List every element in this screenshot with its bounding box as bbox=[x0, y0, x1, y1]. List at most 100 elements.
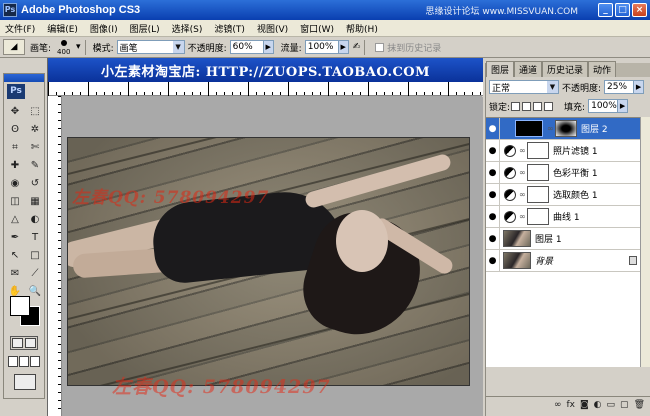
chain-icon[interactable]: ∞ bbox=[519, 190, 526, 199]
lasso-tool-icon[interactable]: ʘ bbox=[6, 121, 24, 137]
eye-icon[interactable]: ● bbox=[486, 161, 500, 184]
clone-stamp-tool-icon[interactable]: ◉ bbox=[6, 175, 24, 191]
fill-slider-toggle[interactable]: ▶ bbox=[618, 99, 629, 113]
fill-input[interactable]: 100% bbox=[588, 99, 619, 113]
menu-select[interactable]: 选择(S) bbox=[172, 22, 203, 35]
new-adjustment-layer-icon[interactable]: ◐ bbox=[594, 400, 602, 410]
menu-layer[interactable]: 图层(L) bbox=[130, 22, 160, 35]
layer-opacity-slider-toggle[interactable]: ▶ bbox=[634, 80, 645, 94]
canvas-image[interactable] bbox=[67, 137, 470, 386]
brush-picker[interactable]: 400 bbox=[54, 38, 76, 57]
notes-tool-icon[interactable]: ✉ bbox=[6, 265, 24, 281]
eye-icon[interactable]: ● bbox=[486, 117, 500, 140]
layer-row[interactable]: ● ∞ 曲线 1 bbox=[486, 205, 650, 228]
photoshop-logo-icon: Ps bbox=[3, 3, 17, 17]
tool-preset-picker[interactable]: ◢ bbox=[3, 39, 25, 55]
opacity-input[interactable]: 60% bbox=[229, 40, 264, 54]
chevron-down-icon[interactable]: ▾ bbox=[76, 42, 81, 52]
tab-layers[interactable]: 图层 bbox=[486, 61, 515, 77]
menu-image[interactable]: 图像(I) bbox=[90, 22, 118, 35]
chain-icon[interactable]: ∞ bbox=[519, 212, 526, 221]
tab-history[interactable]: 历史记录 bbox=[542, 61, 589, 77]
eye-icon[interactable]: ● bbox=[486, 249, 500, 272]
menu-help[interactable]: 帮助(H) bbox=[346, 22, 378, 35]
history-brush-tool-icon[interactable]: ↺ bbox=[26, 175, 44, 191]
layer-mask-thumbnail[interactable] bbox=[527, 164, 549, 181]
blend-mode-select[interactable]: 正常 ▼ bbox=[489, 80, 559, 94]
opacity-slider-toggle[interactable]: ▶ bbox=[263, 40, 274, 54]
slice-tool-icon[interactable]: ✄ bbox=[26, 139, 44, 155]
quick-mask-toggle[interactable] bbox=[10, 336, 38, 350]
layer-row[interactable]: ● ∞ 图层 2 bbox=[486, 117, 650, 140]
erase-to-history-checkbox[interactable] bbox=[375, 42, 385, 52]
dodge-tool-icon[interactable]: ◐ bbox=[26, 211, 44, 227]
link-layers-icon[interactable]: ∞ bbox=[554, 400, 562, 410]
delete-layer-icon[interactable]: 🗑 bbox=[634, 400, 645, 410]
eye-icon[interactable]: ● bbox=[486, 205, 500, 228]
pen-tool-icon[interactable]: ✒ bbox=[6, 229, 24, 245]
new-group-icon[interactable]: ▭ bbox=[607, 400, 616, 410]
airbrush-icon[interactable]: ✍ bbox=[353, 42, 361, 52]
close-button[interactable]: × bbox=[632, 3, 647, 17]
lock-all-icon[interactable] bbox=[544, 101, 554, 111]
standard-screen-icon[interactable] bbox=[8, 356, 18, 367]
layer-mask-thumbnail[interactable] bbox=[527, 142, 549, 159]
layer-row[interactable]: ● ∞ 选取颜色 1 bbox=[486, 183, 650, 206]
toolbox-grip[interactable] bbox=[4, 74, 44, 82]
marquee-tool-icon[interactable]: ⬚ bbox=[26, 103, 44, 119]
eyedropper-tool-icon[interactable]: ⟋ bbox=[26, 265, 44, 281]
menu-view[interactable]: 视图(V) bbox=[257, 22, 288, 35]
foreground-color-swatch[interactable] bbox=[10, 296, 30, 316]
layer-mask-thumbnail[interactable] bbox=[527, 208, 549, 225]
healing-brush-tool-icon[interactable]: ✚ bbox=[6, 157, 24, 173]
eye-icon[interactable]: ● bbox=[486, 139, 500, 162]
layer-row[interactable]: ● ∞ 照片滤镜 1 bbox=[486, 139, 650, 162]
flow-input[interactable]: 100% bbox=[304, 40, 339, 54]
gradient-tool-icon[interactable]: ▦ bbox=[26, 193, 44, 209]
layer-style-icon[interactable]: fx bbox=[566, 400, 575, 410]
layer-mask-thumbnail[interactable] bbox=[555, 120, 577, 137]
new-layer-icon[interactable]: ▢ bbox=[620, 400, 629, 410]
layer-link-column[interactable] bbox=[500, 118, 512, 140]
chain-icon[interactable]: ∞ bbox=[519, 146, 526, 155]
document-title-bar[interactable]: 小左素材淘宝店: HTTP://ZUOPS.TAOBAO.COM bbox=[48, 58, 483, 82]
type-tool-icon[interactable]: T bbox=[26, 229, 44, 245]
menu-window[interactable]: 窗口(W) bbox=[300, 22, 334, 35]
crop-tool-icon[interactable]: ⌗ bbox=[6, 139, 24, 155]
full-screen-menu-icon[interactable] bbox=[19, 356, 29, 367]
chain-icon[interactable]: ∞ bbox=[547, 124, 554, 133]
toolbox-logo[interactable]: Ps bbox=[4, 82, 44, 101]
full-screen-icon[interactable] bbox=[30, 356, 40, 367]
eye-icon[interactable]: ● bbox=[486, 227, 500, 250]
vertical-ruler[interactable] bbox=[48, 96, 62, 416]
eye-icon[interactable]: ● bbox=[486, 183, 500, 206]
blur-tool-icon[interactable]: △ bbox=[6, 211, 24, 227]
lock-image-icon[interactable] bbox=[522, 101, 532, 111]
layers-scrollbar[interactable] bbox=[640, 117, 650, 367]
magic-wand-tool-icon[interactable]: ✲ bbox=[26, 121, 44, 137]
lock-position-icon[interactable] bbox=[533, 101, 543, 111]
menu-file[interactable]: 文件(F) bbox=[5, 22, 35, 35]
layer-mask-thumbnail[interactable] bbox=[527, 186, 549, 203]
add-mask-icon[interactable]: ◙ bbox=[580, 400, 589, 410]
brush-tool-icon[interactable]: ✎ bbox=[26, 157, 44, 173]
shape-tool-icon[interactable]: □ bbox=[26, 247, 44, 263]
minimize-button[interactable]: _ bbox=[598, 3, 613, 17]
tab-actions[interactable]: 动作 bbox=[588, 61, 617, 77]
path-selection-tool-icon[interactable]: ↖ bbox=[6, 247, 24, 263]
tab-channels[interactable]: 通道 bbox=[514, 61, 543, 77]
layer-row[interactable]: ● 背景 bbox=[486, 249, 650, 272]
layer-row[interactable]: ● ∞ 色彩平衡 1 bbox=[486, 161, 650, 184]
layer-opacity-input[interactable]: 25% bbox=[604, 80, 635, 94]
lock-transparent-icon[interactable] bbox=[511, 101, 521, 111]
jump-to-imageready-button[interactable] bbox=[14, 374, 36, 390]
mode-select[interactable]: 画笔 ▼ bbox=[116, 40, 185, 54]
menu-filter[interactable]: 滤镜(T) bbox=[214, 22, 245, 35]
chain-icon[interactable]: ∞ bbox=[519, 168, 526, 177]
menu-edit[interactable]: 编辑(E) bbox=[47, 22, 78, 35]
flow-slider-toggle[interactable]: ▶ bbox=[338, 40, 349, 54]
maximize-button[interactable]: □ bbox=[615, 3, 630, 17]
move-tool-icon[interactable]: ✥ bbox=[6, 103, 24, 119]
eraser-tool-icon[interactable]: ◫ bbox=[6, 193, 24, 209]
layer-row[interactable]: ● 图层 1 bbox=[486, 227, 650, 250]
